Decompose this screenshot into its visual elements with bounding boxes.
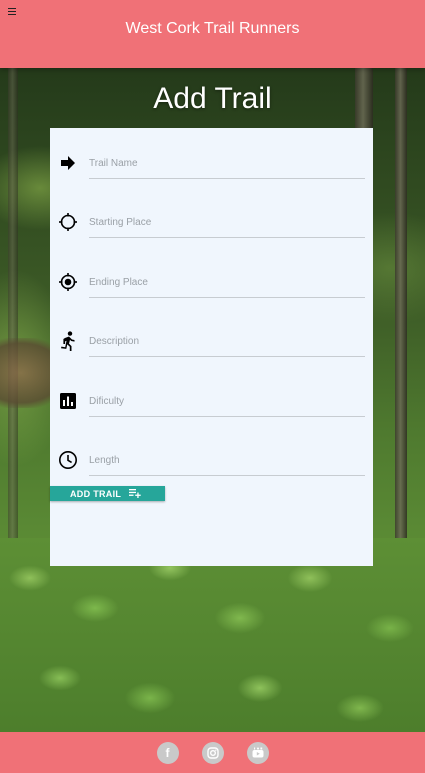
bar-chart-icon: [58, 391, 78, 411]
add-trail-button-label: ADD TRAIL: [70, 488, 122, 499]
runner-icon: [58, 331, 78, 351]
foliage: [0, 538, 425, 732]
difficulty-field: [50, 381, 373, 431]
starting-place-input[interactable]: [89, 210, 365, 238]
playlist-add-icon: [129, 489, 141, 498]
clock-icon: [58, 450, 78, 470]
hamburger-menu-icon[interactable]: [8, 8, 16, 15]
trail-name-input[interactable]: [89, 151, 365, 179]
gps-fixed-icon: [58, 272, 78, 292]
tree-trunk: [395, 68, 407, 588]
length-input[interactable]: [89, 448, 365, 476]
ending-place-input[interactable]: [89, 270, 365, 298]
ending-place-field: [50, 262, 373, 312]
youtube-icon[interactable]: [246, 741, 269, 764]
crosshair-icon: [58, 212, 78, 232]
app-header: West Cork Trail Runners: [0, 0, 425, 68]
page-title: Add Trail: [153, 82, 272, 115]
arrow-right-icon: [58, 153, 78, 173]
instagram-icon[interactable]: [201, 741, 224, 764]
facebook-icon[interactable]: f: [156, 741, 179, 764]
length-field: [50, 440, 373, 490]
starting-place-field: [50, 202, 373, 252]
description-input[interactable]: [89, 329, 365, 357]
trail-name-field: [50, 143, 373, 193]
description-field: [50, 321, 373, 371]
app-footer: f: [0, 732, 425, 773]
app-title: West Cork Trail Runners: [125, 20, 300, 37]
add-trail-button[interactable]: ADD TRAIL: [50, 486, 165, 501]
tree-trunk: [8, 68, 18, 588]
add-trail-form: ADD TRAIL: [50, 128, 373, 566]
difficulty-input[interactable]: [89, 389, 365, 417]
